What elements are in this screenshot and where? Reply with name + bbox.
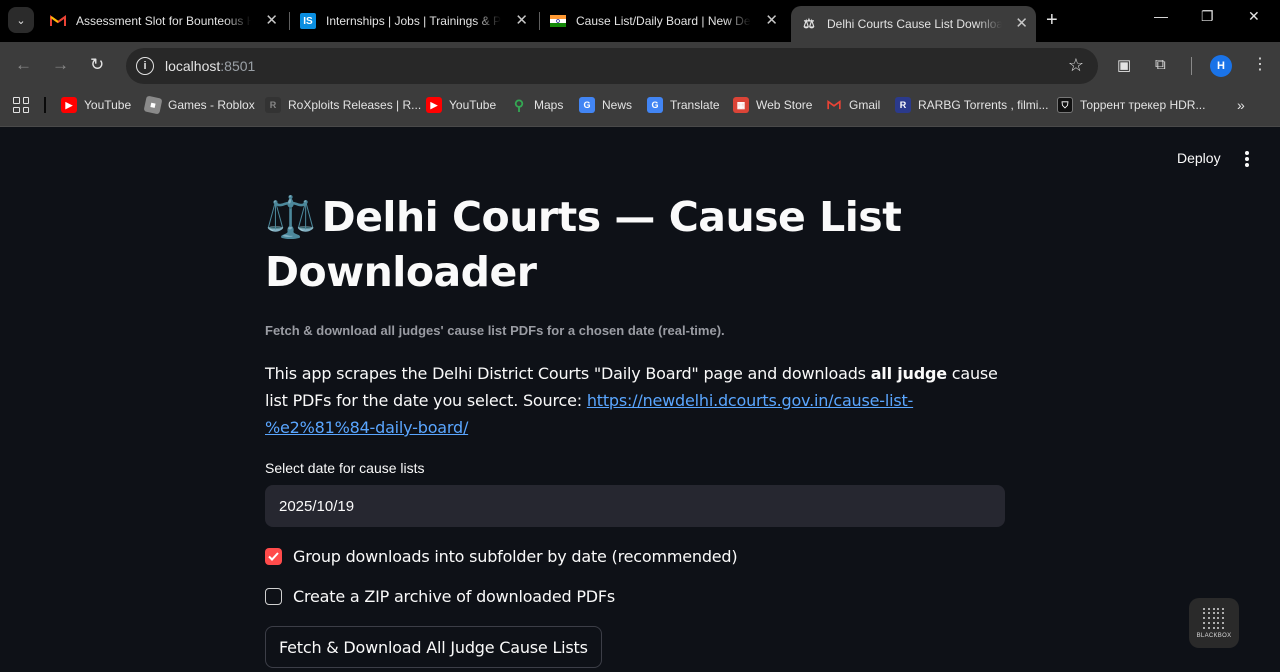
close-tab-icon[interactable]: ✕ bbox=[515, 12, 528, 30]
date-input[interactable] bbox=[265, 485, 1005, 527]
toolbar-divider bbox=[1191, 57, 1192, 75]
bookmark-gmail[interactable]: Gmail bbox=[826, 97, 880, 113]
close-window-icon[interactable]: ✕ bbox=[1248, 8, 1260, 25]
date-label: Select date for cause lists bbox=[265, 460, 425, 476]
bookmark-label: Games - Roblox bbox=[168, 98, 255, 112]
app-description: This app scrapes the Delhi District Cour… bbox=[265, 360, 1005, 441]
tab-title: Cause List/Daily Board | New Delhi bbox=[576, 14, 751, 28]
main-menu-icon[interactable] bbox=[1238, 150, 1256, 168]
tab-title: Assessment Slot for Bounteous Hi bbox=[76, 14, 251, 28]
blackbox-widget[interactable]: BLACKBOX bbox=[1189, 598, 1239, 648]
tab-search-chevron-icon[interactable]: ⌄ bbox=[8, 7, 34, 33]
news-icon: G bbox=[579, 97, 595, 113]
youtube-icon: ▶ bbox=[426, 97, 442, 113]
maps-icon: ⚲ bbox=[513, 96, 525, 113]
new-tab-icon[interactable]: + bbox=[1046, 9, 1058, 31]
back-arrow-icon[interactable]: ← bbox=[15, 55, 32, 75]
bookmark-label: RARBG Torrents , filmi... bbox=[918, 98, 1049, 112]
gmail-icon bbox=[50, 13, 66, 29]
shield-icon: ⛉ bbox=[1057, 97, 1073, 113]
tab-internshala[interactable]: IS Internships | Jobs | Trainings & Pla … bbox=[300, 7, 536, 35]
checkbox-label: Create a ZIP archive of downloaded PDFs bbox=[293, 587, 616, 606]
bookmark-games-roblox[interactable]: ■ Games - Roblox bbox=[143, 95, 255, 115]
india-flag-icon bbox=[550, 13, 566, 29]
scales-icon: ⚖ bbox=[803, 16, 815, 31]
close-tab-icon[interactable]: ✕ bbox=[765, 12, 778, 30]
address-url[interactable]: localhost:8501 bbox=[165, 58, 255, 74]
page-subtitle: Fetch & download all judges' cause list … bbox=[265, 323, 725, 338]
apps-grid-icon[interactable] bbox=[13, 97, 29, 113]
tab-strip: ⌄ Assessment Slot for Bounteous Hi ✕ IS … bbox=[0, 0, 1280, 42]
bookmark-label: News bbox=[602, 98, 633, 112]
main-content: ⚖️ Delhi Courts — Cause List Downloader F… bbox=[265, 190, 1005, 668]
gmail-icon bbox=[826, 97, 842, 113]
minimize-icon[interactable]: — bbox=[1154, 8, 1168, 24]
tab-divider bbox=[289, 12, 290, 30]
create-zip-checkbox[interactable]: Create a ZIP archive of downloaded PDFs bbox=[265, 587, 1005, 606]
tab-title: Internships | Jobs | Trainings & Pla bbox=[326, 14, 501, 28]
address-bar[interactable]: i localhost:8501 ☆ bbox=[126, 48, 1098, 84]
tab-gmail[interactable]: Assessment Slot for Bounteous Hi ✕ bbox=[50, 7, 286, 35]
tab-divider bbox=[539, 12, 540, 30]
page-title-text: Delhi Courts — Cause List Downloader bbox=[265, 193, 902, 296]
roxploits-icon: R bbox=[265, 97, 281, 113]
blackbox-logo-icon bbox=[1203, 607, 1225, 630]
page-title: ⚖️ Delhi Courts — Cause List Downloader bbox=[265, 190, 1005, 300]
tab-delhi-courts-downloader[interactable]: ⚖ Delhi Courts Cause List Downloader ✕ bbox=[791, 6, 1036, 42]
rarbg-icon: R bbox=[895, 97, 911, 113]
roblox-icon: ■ bbox=[143, 95, 163, 115]
group-by-date-checkbox[interactable]: Group downloads into subfolder by date (… bbox=[265, 547, 1005, 566]
extensions-puzzle-icon[interactable]: ⧉ bbox=[1155, 56, 1166, 73]
bookmark-label: Maps bbox=[534, 98, 564, 112]
bookmark-web-store[interactable]: ▦ Web Store bbox=[733, 97, 812, 113]
bookmark-label: Торрент трекер HDR... bbox=[1080, 98, 1206, 112]
bookmark-maps[interactable]: ⚲ Maps bbox=[511, 97, 563, 113]
internshala-icon: IS bbox=[300, 13, 316, 29]
bookmark-label: RoXploits Releases | R... bbox=[288, 98, 422, 112]
close-tab-icon[interactable]: ✕ bbox=[265, 12, 278, 30]
screen-capture-icon[interactable]: ▣ bbox=[1117, 56, 1131, 74]
tab-title: Delhi Courts Cause List Downloader bbox=[827, 17, 1002, 31]
reload-icon[interactable]: ↻ bbox=[90, 55, 104, 75]
tab-cause-list-daily-board[interactable]: Cause List/Daily Board | New Delhi ✕ bbox=[550, 7, 786, 35]
bookmark-youtube[interactable]: ▶ YouTube bbox=[61, 97, 131, 113]
url-host: localhost bbox=[165, 58, 221, 74]
bookmark-translate[interactable]: G Translate bbox=[647, 97, 720, 113]
scales-icon: ⚖️ bbox=[265, 193, 316, 241]
webstore-icon: ▦ bbox=[733, 97, 749, 113]
description-text: This app scrapes the Delhi District Cour… bbox=[265, 364, 871, 383]
fetch-download-button[interactable]: Fetch & Download All Judge Cause Lists bbox=[265, 626, 602, 668]
deploy-button[interactable]: Deploy bbox=[1177, 150, 1221, 166]
close-tab-icon[interactable]: ✕ bbox=[1015, 15, 1028, 33]
bookmark-news[interactable]: G News bbox=[579, 97, 632, 113]
checkbox-label: Group downloads into subfolder by date (… bbox=[293, 547, 738, 566]
bookmark-rarbg[interactable]: R RARBG Torrents , filmi... bbox=[895, 97, 1048, 113]
bookmarks-divider bbox=[44, 97, 46, 113]
more-bookmarks-chevron-icon[interactable]: » bbox=[1237, 97, 1245, 113]
site-info-icon[interactable]: i bbox=[136, 57, 154, 75]
url-port: :8501 bbox=[220, 58, 256, 74]
translate-icon: G bbox=[647, 97, 663, 113]
bookmark-torrent-tracker[interactable]: ⛉ Торрент трекер HDR... bbox=[1057, 97, 1205, 113]
browser-menu-icon[interactable]: ⋮ bbox=[1252, 54, 1268, 74]
bookmark-label: YouTube bbox=[84, 98, 132, 112]
forward-arrow-icon[interactable]: → bbox=[52, 55, 69, 75]
blackbox-label: BLACKBOX bbox=[1196, 632, 1232, 639]
checkbox-checked-icon[interactable] bbox=[265, 548, 282, 565]
browser-toolbar: ← → ↻ i localhost:8501 ☆ ▣ ⧉ H ⋮ bbox=[0, 42, 1280, 90]
bookmark-label: YouTube bbox=[449, 98, 497, 112]
bookmark-star-icon[interactable]: ☆ bbox=[1068, 55, 1084, 76]
bookmark-label: Web Store bbox=[756, 98, 813, 112]
restore-icon[interactable]: ❐ bbox=[1201, 8, 1214, 25]
youtube-icon: ▶ bbox=[61, 97, 77, 113]
bookmark-youtube-2[interactable]: ▶ YouTube bbox=[426, 97, 496, 113]
bookmark-roxploits[interactable]: R RoXploits Releases | R... bbox=[265, 97, 421, 113]
description-bold: all judge bbox=[870, 364, 947, 383]
profile-avatar[interactable]: H bbox=[1210, 55, 1232, 77]
bookmark-label: Translate bbox=[670, 98, 720, 112]
bookmark-label: Gmail bbox=[849, 98, 881, 112]
checkbox-unchecked-icon[interactable] bbox=[265, 588, 282, 605]
